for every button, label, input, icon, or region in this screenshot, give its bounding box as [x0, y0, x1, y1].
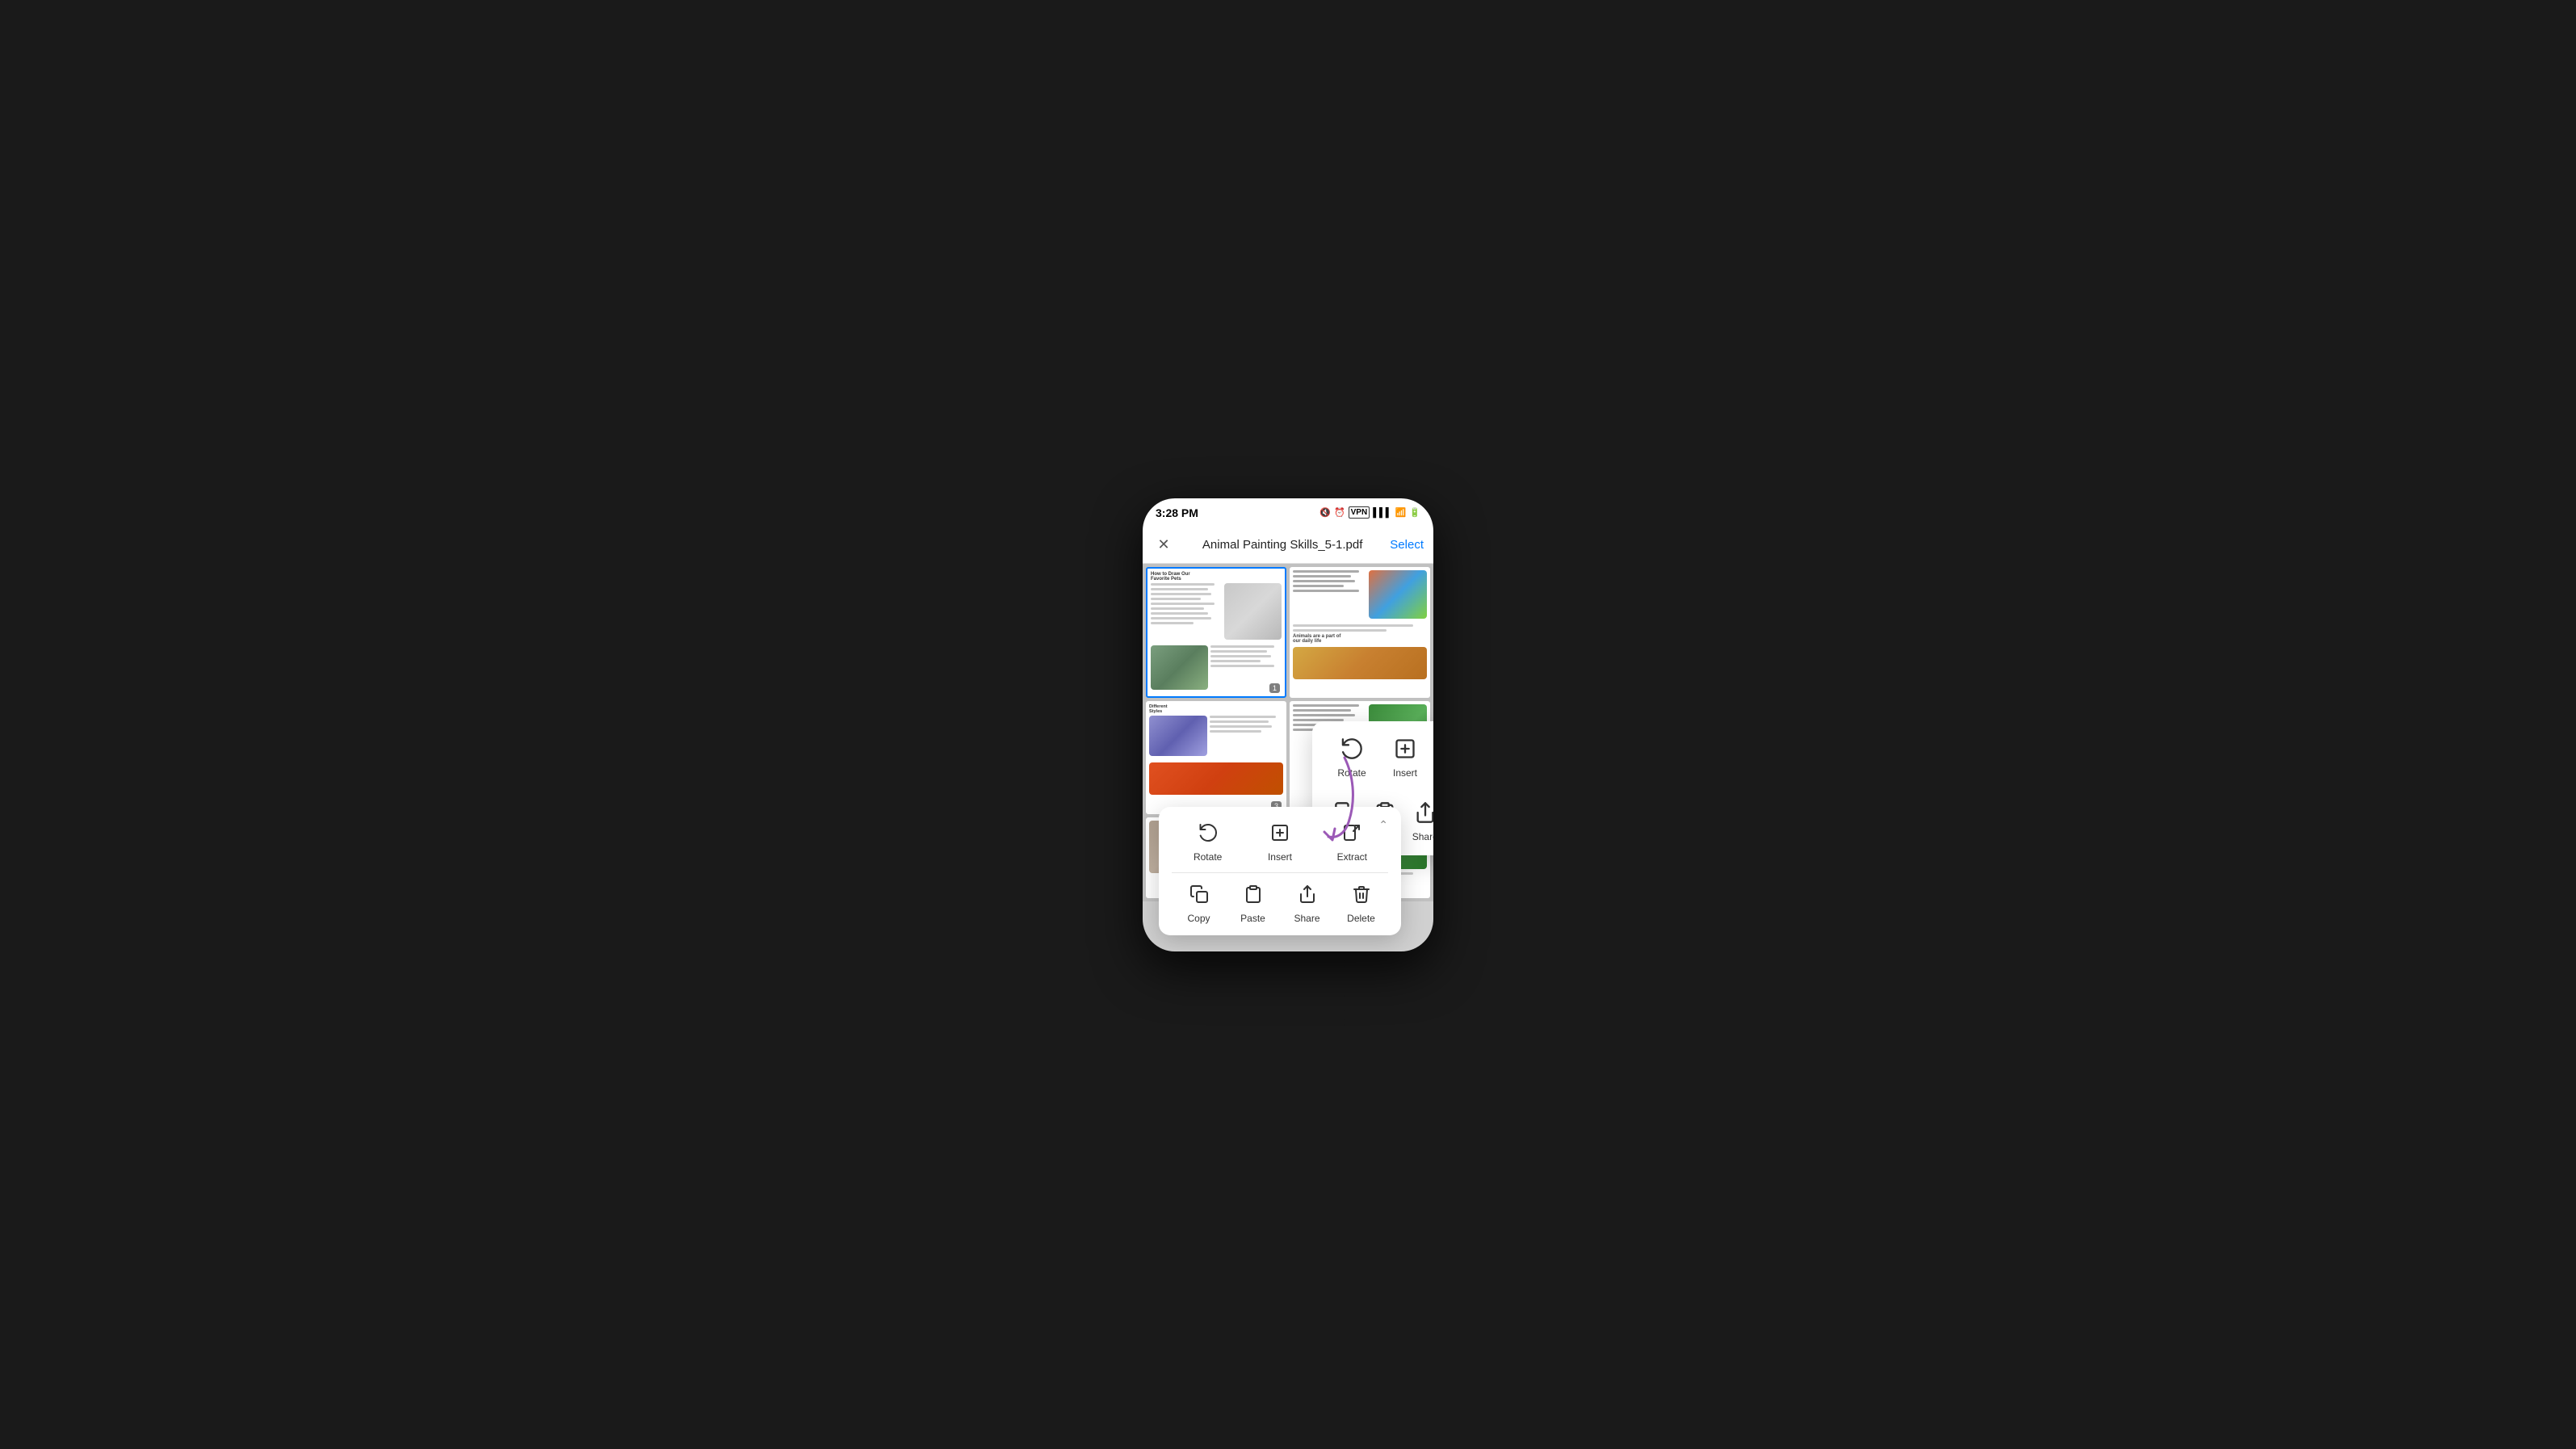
- share-icon: [1411, 798, 1433, 827]
- paste-label-bottom: Paste: [1240, 913, 1265, 924]
- device-screen: 3:28 PM 🔇 ⏰ VPN ▌▌▌ 📶 🔋 ✕ Animal Paintin…: [1143, 498, 1433, 951]
- close-icon: ✕: [1157, 536, 1169, 553]
- paste-icon-bottom: [1239, 880, 1268, 909]
- insert-label-bottom: Insert: [1268, 851, 1292, 863]
- extract-label-bottom: Extract: [1337, 851, 1367, 863]
- paste-button-bottom[interactable]: Paste: [1234, 880, 1273, 924]
- delete-icon-bottom: [1347, 880, 1376, 909]
- status-icons: 🔇 ⏰ VPN ▌▌▌ 📶 🔋: [1319, 506, 1420, 519]
- vpn-icon: VPN: [1349, 506, 1370, 519]
- rotate-icon-bottom: [1194, 818, 1223, 847]
- delete-label-bottom: Delete: [1347, 913, 1375, 924]
- rotate-label-bottom: Rotate: [1194, 851, 1222, 863]
- menu-separator: [1172, 872, 1388, 873]
- share-button-top[interactable]: Share: [1406, 798, 1433, 842]
- insert-button-top[interactable]: Insert: [1386, 734, 1424, 779]
- page1-number: 1: [1269, 683, 1280, 693]
- signal-icon: ▌▌▌: [1373, 508, 1391, 518]
- pdf-page-1[interactable]: How to Draw OurFavorite Pets: [1146, 567, 1286, 698]
- pdf-page-3[interactable]: DifferentStyles: [1146, 701, 1286, 814]
- header-bar: ✕ Animal Painting Skills_5-1.pdf Select: [1143, 527, 1433, 564]
- page2-text: Animals are a part ofour daily life: [1293, 634, 1427, 644]
- page3-title: DifferentStyles: [1149, 704, 1283, 714]
- insert-label: Insert: [1393, 767, 1417, 779]
- battery-icon: 🔋: [1409, 507, 1420, 518]
- collapse-icon-bottom[interactable]: ⌃: [1378, 818, 1388, 832]
- share-label-bottom: Share: [1294, 913, 1319, 924]
- share-button-bottom[interactable]: Share: [1288, 880, 1327, 924]
- share-label: Share: [1412, 831, 1433, 842]
- insert-icon: [1391, 734, 1420, 763]
- share-icon-bottom: [1293, 880, 1322, 909]
- select-button[interactable]: Select: [1390, 538, 1424, 552]
- copy-button-bottom[interactable]: Copy: [1180, 880, 1219, 924]
- alarm-icon: ⏰: [1334, 507, 1345, 518]
- bottom-menu-row-2: Copy Paste: [1172, 880, 1388, 924]
- annotation-arrow: [1288, 741, 1369, 846]
- status-bar: 3:28 PM 🔇 ⏰ VPN ▌▌▌ 📶 🔋: [1143, 498, 1433, 527]
- page1-title: How to Draw OurFavorite Pets: [1151, 572, 1282, 582]
- delete-button-bottom[interactable]: Delete: [1342, 880, 1381, 924]
- wifi-icon: 📶: [1395, 507, 1407, 518]
- status-time: 3:28 PM: [1156, 506, 1198, 519]
- close-button[interactable]: ✕: [1152, 534, 1175, 556]
- document-title: Animal Painting Skills_5-1.pdf: [1181, 538, 1383, 552]
- copy-label-bottom: Copy: [1187, 913, 1210, 924]
- rotate-button-bottom[interactable]: Rotate: [1189, 818, 1227, 863]
- pdf-page-2[interactable]: Animals are a part ofour daily life: [1290, 567, 1430, 698]
- copy-icon-bottom: [1185, 880, 1214, 909]
- sound-icon: 🔇: [1319, 507, 1331, 518]
